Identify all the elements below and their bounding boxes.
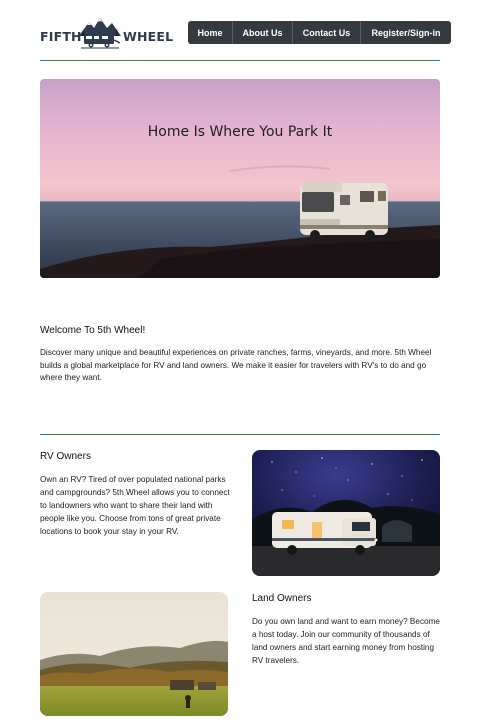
nav-contact-link[interactable]: Contact Us bbox=[293, 21, 361, 44]
welcome-heading: Welcome To 5th Wheel! bbox=[40, 325, 146, 336]
nav-about-link[interactable]: About Us bbox=[233, 21, 293, 44]
brand-logo[interactable]: FIFTH WHEEL bbox=[40, 16, 174, 50]
hero-image bbox=[40, 79, 440, 278]
nav-register-link[interactable]: Register/Sign-in bbox=[361, 21, 451, 44]
main-nav: Home About Us Contact Us Register/Sign-i… bbox=[188, 21, 451, 44]
brand-name-left: FIFTH bbox=[40, 29, 82, 44]
hero-title: Home Is Where You Park It bbox=[147, 124, 333, 140]
rv-owners-paragraph: Own an RV? Tired of over populated natio… bbox=[40, 475, 230, 536]
mountain-camper-logo-icon bbox=[79, 18, 121, 49]
rv-owners-image bbox=[252, 450, 440, 576]
welcome-paragraph: Discover many unique and beautiful exper… bbox=[40, 348, 432, 383]
rv-owners-heading: RV Owners bbox=[40, 451, 91, 462]
nav-home-link[interactable]: Home bbox=[188, 21, 233, 44]
land-owners-image bbox=[40, 592, 228, 716]
site-header: FIFTH WHEEL Home About Us Contact Us Reg… bbox=[40, 14, 451, 50]
land-owners-paragraph: Do you own land and want to earn money? … bbox=[252, 617, 440, 665]
brand-name-right: WHEEL bbox=[123, 29, 174, 44]
section-divider bbox=[40, 434, 440, 435]
land-owners-heading: Land Owners bbox=[252, 593, 312, 604]
header-divider bbox=[40, 60, 440, 61]
hero-banner: Home Is Where You Park It bbox=[40, 79, 440, 278]
